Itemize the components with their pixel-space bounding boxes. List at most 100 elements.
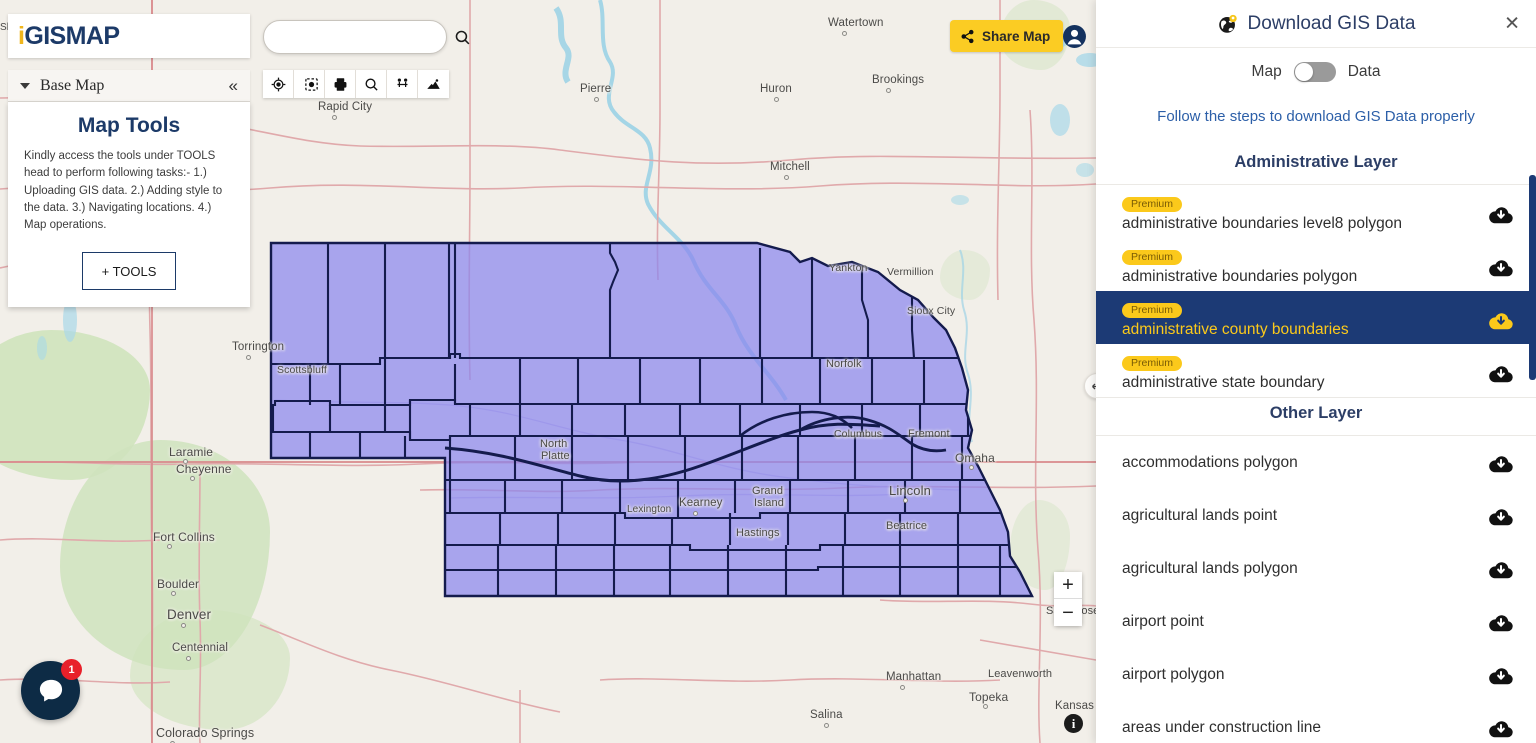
search-icon[interactable] bbox=[454, 20, 471, 54]
map-place-label: Torrington bbox=[232, 341, 285, 353]
layers-terrain-icon[interactable] bbox=[418, 70, 449, 98]
layer-row[interactable]: accommodations polygon bbox=[1096, 436, 1536, 489]
toggle-knob bbox=[1294, 63, 1313, 81]
layer-name: administrative state boundary bbox=[1122, 373, 1325, 391]
map-search-bar[interactable] bbox=[263, 20, 470, 54]
layer-section-title: Other Layer bbox=[1269, 404, 1363, 422]
layer-row[interactable]: areas under construction line bbox=[1096, 701, 1536, 743]
download-layer-button[interactable] bbox=[1488, 611, 1514, 633]
zoom-out-button[interactable]: − bbox=[1054, 599, 1082, 626]
map-place-label: Fremont bbox=[908, 428, 950, 440]
measure-icon[interactable] bbox=[387, 70, 418, 98]
print-icon[interactable] bbox=[325, 70, 356, 98]
panel-scrollbar-thumb[interactable] bbox=[1529, 175, 1536, 380]
basemap-bar[interactable]: Base Map « bbox=[8, 70, 250, 102]
layer-row[interactable]: airport point bbox=[1096, 595, 1536, 648]
locate-icon[interactable] bbox=[263, 70, 294, 98]
layer-list-scroll-area[interactable]: Administrative Layer Premium administrativ… bbox=[1096, 147, 1536, 743]
map-city-dot bbox=[181, 622, 186, 628]
panel-instruction: Follow the steps to download GIS Data pr… bbox=[1157, 108, 1475, 125]
map-toolbar[interactable] bbox=[263, 70, 449, 98]
download-icon bbox=[1489, 455, 1513, 472]
map-place-label: North bbox=[540, 438, 568, 450]
select-area-icon[interactable] bbox=[294, 70, 325, 98]
account-circle-icon[interactable] bbox=[1062, 24, 1087, 49]
map-data-toggle-row: Map Data bbox=[1096, 48, 1536, 82]
layer-section-title: Administrative Layer bbox=[1234, 153, 1398, 171]
toggle-label-map: Map bbox=[1251, 63, 1282, 80]
layer-row-text: airport polygon bbox=[1122, 665, 1488, 684]
layer-name: administrative boundaries level8 polygon bbox=[1122, 214, 1403, 232]
zoom-in-button[interactable]: + bbox=[1054, 572, 1082, 599]
download-icon bbox=[1489, 508, 1513, 525]
layer-row[interactable]: Premium administrative boundaries level8 … bbox=[1096, 185, 1536, 238]
layer-row[interactable]: agricultural lands point bbox=[1096, 489, 1536, 542]
download-layer-button[interactable] bbox=[1488, 362, 1514, 384]
download-layer-button[interactable] bbox=[1488, 452, 1514, 474]
layer-name: administrative boundaries polygon bbox=[1122, 267, 1358, 285]
map-place-label: Hastings bbox=[736, 527, 780, 539]
layer-name: airport point bbox=[1122, 612, 1204, 630]
basemap-label: Base Map bbox=[40, 76, 105, 94]
download-icon bbox=[1489, 365, 1513, 382]
map-data-toggle[interactable] bbox=[1293, 62, 1336, 82]
layer-row[interactable]: agricultural lands polygon bbox=[1096, 542, 1536, 595]
download-layer-button[interactable] bbox=[1488, 256, 1514, 278]
map-place-label: Rapid City bbox=[318, 101, 373, 113]
download-layer-button[interactable] bbox=[1488, 664, 1514, 686]
download-layer-button[interactable] bbox=[1488, 558, 1514, 580]
layer-name: administrative county boundaries bbox=[1122, 320, 1349, 338]
download-icon bbox=[1489, 312, 1513, 329]
layer-name: agricultural lands polygon bbox=[1122, 559, 1298, 577]
zoom-controls[interactable]: + − bbox=[1054, 572, 1082, 626]
close-icon[interactable]: ✕ bbox=[1504, 14, 1520, 33]
layer-name: accommodations polygon bbox=[1122, 453, 1298, 471]
map-place-label: Boulder bbox=[157, 577, 200, 591]
layer-row[interactable]: Premium administrative boundaries polygon bbox=[1096, 238, 1536, 291]
share-map-button[interactable]: Share Map bbox=[950, 20, 1064, 52]
map-tools-description: Kindly access the tools under TOOLS head… bbox=[24, 150, 223, 231]
search-place-icon[interactable] bbox=[356, 70, 387, 98]
download-icon bbox=[1489, 667, 1513, 684]
layer-row[interactable]: airport polygon bbox=[1096, 648, 1536, 701]
map-city-dot bbox=[903, 498, 908, 503]
logo[interactable]: iGISMAP bbox=[8, 14, 250, 58]
layer-row-text: accommodations polygon bbox=[1122, 453, 1488, 472]
logo-gis: GIS bbox=[24, 21, 66, 50]
map-place-label: Denver bbox=[167, 607, 212, 622]
download-gis-data-panel: Download GIS Data ✕ Map Data Follow the … bbox=[1096, 0, 1536, 743]
map-tools-card: Map Tools Kindly access the tools under … bbox=[8, 102, 250, 307]
map-place-label: Topeka bbox=[969, 690, 1009, 704]
map-place-label: Grand bbox=[752, 485, 784, 497]
chevron-down-icon[interactable] bbox=[20, 82, 30, 89]
map-place-label: Cheyenne bbox=[176, 462, 232, 476]
layer-group: accommodations polygon agricultural lands… bbox=[1096, 435, 1536, 743]
premium-badge: Premium bbox=[1122, 355, 1183, 371]
download-layer-button[interactable] bbox=[1488, 309, 1514, 331]
collapse-left-icon[interactable]: « bbox=[229, 77, 238, 94]
download-layer-button[interactable] bbox=[1488, 203, 1514, 225]
map-city-dot bbox=[246, 354, 251, 360]
layer-row-selected[interactable]: Premium administrative county boundaries bbox=[1096, 291, 1536, 344]
map-city-dot bbox=[983, 704, 988, 709]
download-layer-button[interactable] bbox=[1488, 717, 1514, 739]
layer-name: areas under construction line bbox=[1122, 718, 1322, 736]
map-city-dot bbox=[167, 544, 172, 549]
map-place-label: Pierre bbox=[580, 83, 612, 95]
map-place-label: Huron bbox=[760, 83, 792, 95]
map-place-label: Scottsbluff bbox=[277, 364, 327, 376]
layer-row-text: airport point bbox=[1122, 612, 1488, 631]
search-input[interactable] bbox=[264, 29, 454, 45]
download-icon bbox=[1489, 561, 1513, 578]
share-map-label: Share Map bbox=[982, 28, 1051, 44]
add-tools-button[interactable]: + TOOLS bbox=[82, 252, 176, 291]
layer-row-text: areas under construction line bbox=[1122, 718, 1488, 737]
panel-header: Download GIS Data ✕ bbox=[1096, 0, 1536, 48]
map-attribution-info-icon[interactable]: i bbox=[1064, 714, 1083, 733]
download-layer-button[interactable] bbox=[1488, 505, 1514, 527]
layer-row[interactable]: Premium administrative state boundary bbox=[1096, 344, 1536, 397]
chat-unread-badge: 1 bbox=[61, 659, 82, 680]
map-place-label: Sioux City bbox=[907, 305, 956, 317]
layer-group: Premium administrative boundaries level8 … bbox=[1096, 184, 1536, 398]
chat-widget-button[interactable]: 1 bbox=[21, 659, 82, 720]
